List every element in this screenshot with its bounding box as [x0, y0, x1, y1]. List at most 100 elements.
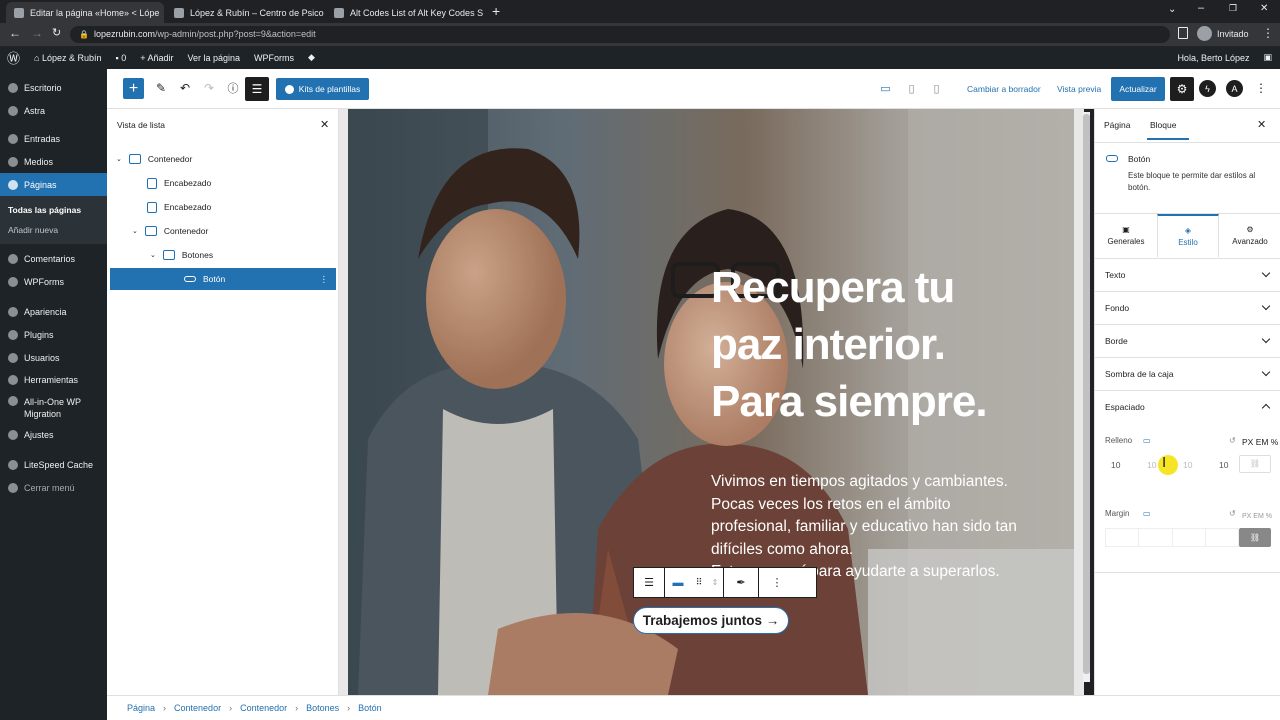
device-icon[interactable]: ▭: [1143, 436, 1151, 445]
back-icon[interactable]: ←: [9, 26, 21, 40]
list-item[interactable]: Encabezado: [110, 196, 336, 218]
link-values-button-active[interactable]: ⛓: [1239, 528, 1271, 547]
cta-button[interactable]: Trabajemos juntos →: [633, 607, 789, 634]
browser-tab[interactable]: Alt Codes List of Alt Key Codes S ✕: [326, 2, 484, 23]
user-greeting[interactable]: Hola, Berto López: [1170, 53, 1256, 63]
margin-left-input[interactable]: [1206, 529, 1238, 546]
sidebar-item-medios[interactable]: Medios: [0, 151, 107, 174]
new-tab-icon[interactable]: +: [492, 3, 500, 19]
padding-bottom-input[interactable]: 10: [1177, 456, 1213, 474]
view-page-link[interactable]: Ver la página: [181, 53, 248, 63]
close-window-icon[interactable]: ✕: [1260, 3, 1268, 14]
bolt-icon[interactable]: ϟ: [1199, 80, 1216, 97]
preview-button[interactable]: Vista previa: [1057, 82, 1101, 96]
close-list-view-icon[interactable]: ✕: [320, 118, 329, 131]
comments-link[interactable]: ▪ 0: [109, 53, 134, 63]
collapse-caret-icon[interactable]: ⌄: [116, 155, 122, 163]
mobile-preview-icon[interactable]: ▯: [930, 82, 943, 95]
tab-page[interactable]: Página: [1104, 120, 1130, 130]
drag-handle-icon[interactable]: ⠿: [691, 577, 707, 588]
maximize-icon[interactable]: ❐: [1229, 3, 1237, 14]
sidebar-item-apariencia[interactable]: Apariencia: [0, 301, 107, 324]
wordpress-logo-icon[interactable]: Ⓦ: [0, 48, 27, 67]
breadcrumb-item[interactable]: Página: [127, 703, 155, 713]
section-espaciado[interactable]: Espaciado: [1095, 390, 1280, 423]
padding-top-input[interactable]: 10: [1105, 456, 1141, 474]
pin-tool-icon[interactable]: ✒: [723, 568, 759, 597]
collapse-caret-icon[interactable]: ⌄: [132, 227, 138, 235]
scrollbar-thumb[interactable]: [1083, 114, 1090, 674]
breadcrumb-item[interactable]: Botón: [358, 703, 382, 713]
sidebar-item-litespeed[interactable]: LiteSpeed Cache: [0, 454, 107, 477]
switch-to-draft-button[interactable]: Cambiar a borrador: [967, 82, 1041, 96]
wpforms-link[interactable]: WPForms: [247, 53, 301, 63]
hero-cover-block[interactable]: Recupera tu paz interior. Para siempre. …: [348, 109, 1074, 695]
reload-icon[interactable]: ↻: [52, 26, 61, 39]
reset-icon[interactable]: ↺: [1229, 436, 1236, 445]
sidebar-item-paginas[interactable]: Páginas: [0, 173, 107, 196]
collapse-caret-icon[interactable]: ⌄: [150, 251, 156, 259]
url-field[interactable]: 🔒 lopezrubin.com/wp-admin/post.php?post=…: [70, 26, 1170, 43]
row-options-icon[interactable]: ⋮: [320, 274, 329, 285]
link-values-button[interactable]: ⛓: [1239, 455, 1271, 473]
tab-generales[interactable]: ▣ Generales: [1095, 214, 1157, 257]
breadcrumb-item[interactable]: Contenedor: [174, 703, 221, 713]
sidebar-item-herramientas[interactable]: Herramientas: [0, 369, 107, 392]
add-block-button[interactable]: +: [123, 78, 144, 99]
margin-top-input[interactable]: [1106, 529, 1140, 546]
breadcrumb-item[interactable]: Contenedor: [240, 703, 287, 713]
collapse-menu-button[interactable]: Cerrar menú: [0, 477, 107, 500]
list-item[interactable]: Encabezado: [110, 172, 336, 194]
tab-search-icon[interactable]: ⌄: [1168, 4, 1176, 15]
add-new-link[interactable]: + Añadir: [133, 53, 180, 63]
sidebar-toggle-icon[interactable]: [1178, 27, 1188, 39]
reset-icon[interactable]: ↺: [1229, 509, 1236, 518]
submenu-add-new[interactable]: Añadir nueva: [0, 220, 107, 240]
sidebar-item-entradas[interactable]: Entradas: [0, 128, 107, 151]
device-icon[interactable]: ▭: [1143, 509, 1151, 518]
undo-icon[interactable]: ↶: [177, 80, 193, 96]
close-settings-icon[interactable]: ✕: [1257, 118, 1266, 131]
site-name-link[interactable]: ⌂ López & Rubín: [27, 53, 108, 63]
section-sombra[interactable]: Sombra de la caja: [1095, 357, 1280, 390]
tablet-preview-icon[interactable]: ▯: [905, 82, 918, 95]
units-selector[interactable]: PX EM %: [1242, 437, 1278, 447]
sidebar-item-comentarios[interactable]: Comentarios: [0, 248, 107, 271]
move-up-down-icon[interactable]: ⇕: [707, 578, 723, 587]
list-item[interactable]: ⌄ Botones: [110, 244, 336, 266]
template-kits-button[interactable]: Kits de plantillas: [276, 78, 369, 100]
submenu-all-pages[interactable]: Todas las páginas: [0, 200, 107, 220]
minimize-icon[interactable]: –: [1198, 2, 1204, 14]
sidebar-item-escritorio[interactable]: Escritorio: [0, 77, 107, 100]
block-more-icon[interactable]: ⋮: [759, 576, 795, 589]
section-texto[interactable]: Texto: [1095, 258, 1280, 291]
profile-avatar-icon[interactable]: [1197, 26, 1212, 41]
sidebar-item-usuarios[interactable]: Usuarios: [0, 346, 107, 369]
user-avatar-icon[interactable]: ▣: [1256, 52, 1280, 63]
section-borde[interactable]: Borde: [1095, 324, 1280, 357]
margin-bottom-input[interactable]: [1173, 529, 1206, 546]
list-item-selected[interactable]: Botón ⋮: [110, 268, 336, 290]
sidebar-item-plugins[interactable]: Plugins: [0, 324, 107, 347]
browser-tab[interactable]: López & Rubín – Centro de Psico ✕: [166, 2, 324, 23]
sidebar-item-ajustes[interactable]: Ajustes: [0, 424, 107, 447]
settings-gear-icon[interactable]: ⚙: [1170, 77, 1194, 101]
margin-right-input[interactable]: [1139, 529, 1173, 546]
hero-heading[interactable]: Recupera tu paz interior. Para siempre.: [711, 259, 988, 430]
browser-menu-icon[interactable]: ⋮: [1262, 26, 1274, 40]
browser-tab[interactable]: Editar la página «Home» < Lópe ✕: [6, 2, 164, 23]
sidebar-item-migration[interactable]: All-in-One WP Migration: [0, 392, 107, 424]
astra-logo-icon[interactable]: A: [1226, 80, 1243, 97]
redo-icon[interactable]: ↷: [201, 80, 217, 96]
tab-avanzado[interactable]: ⚙ Avanzado: [1219, 214, 1280, 257]
parent-block-icon[interactable]: ☰: [634, 568, 665, 597]
list-item[interactable]: ⌄ Contenedor: [110, 148, 336, 170]
diamond-icon[interactable]: ◆: [301, 52, 322, 63]
button-block-icon[interactable]: ▬: [665, 577, 691, 589]
profile-label[interactable]: Invitado: [1217, 29, 1249, 39]
desktop-preview-icon[interactable]: ▭: [879, 82, 892, 95]
list-view-toggle-icon[interactable]: ☰: [245, 77, 269, 101]
tab-estilo[interactable]: ◈ Estilo: [1157, 214, 1219, 257]
info-icon[interactable]: ⓘ: [225, 80, 241, 96]
breadcrumb-item[interactable]: Botones: [306, 703, 339, 713]
